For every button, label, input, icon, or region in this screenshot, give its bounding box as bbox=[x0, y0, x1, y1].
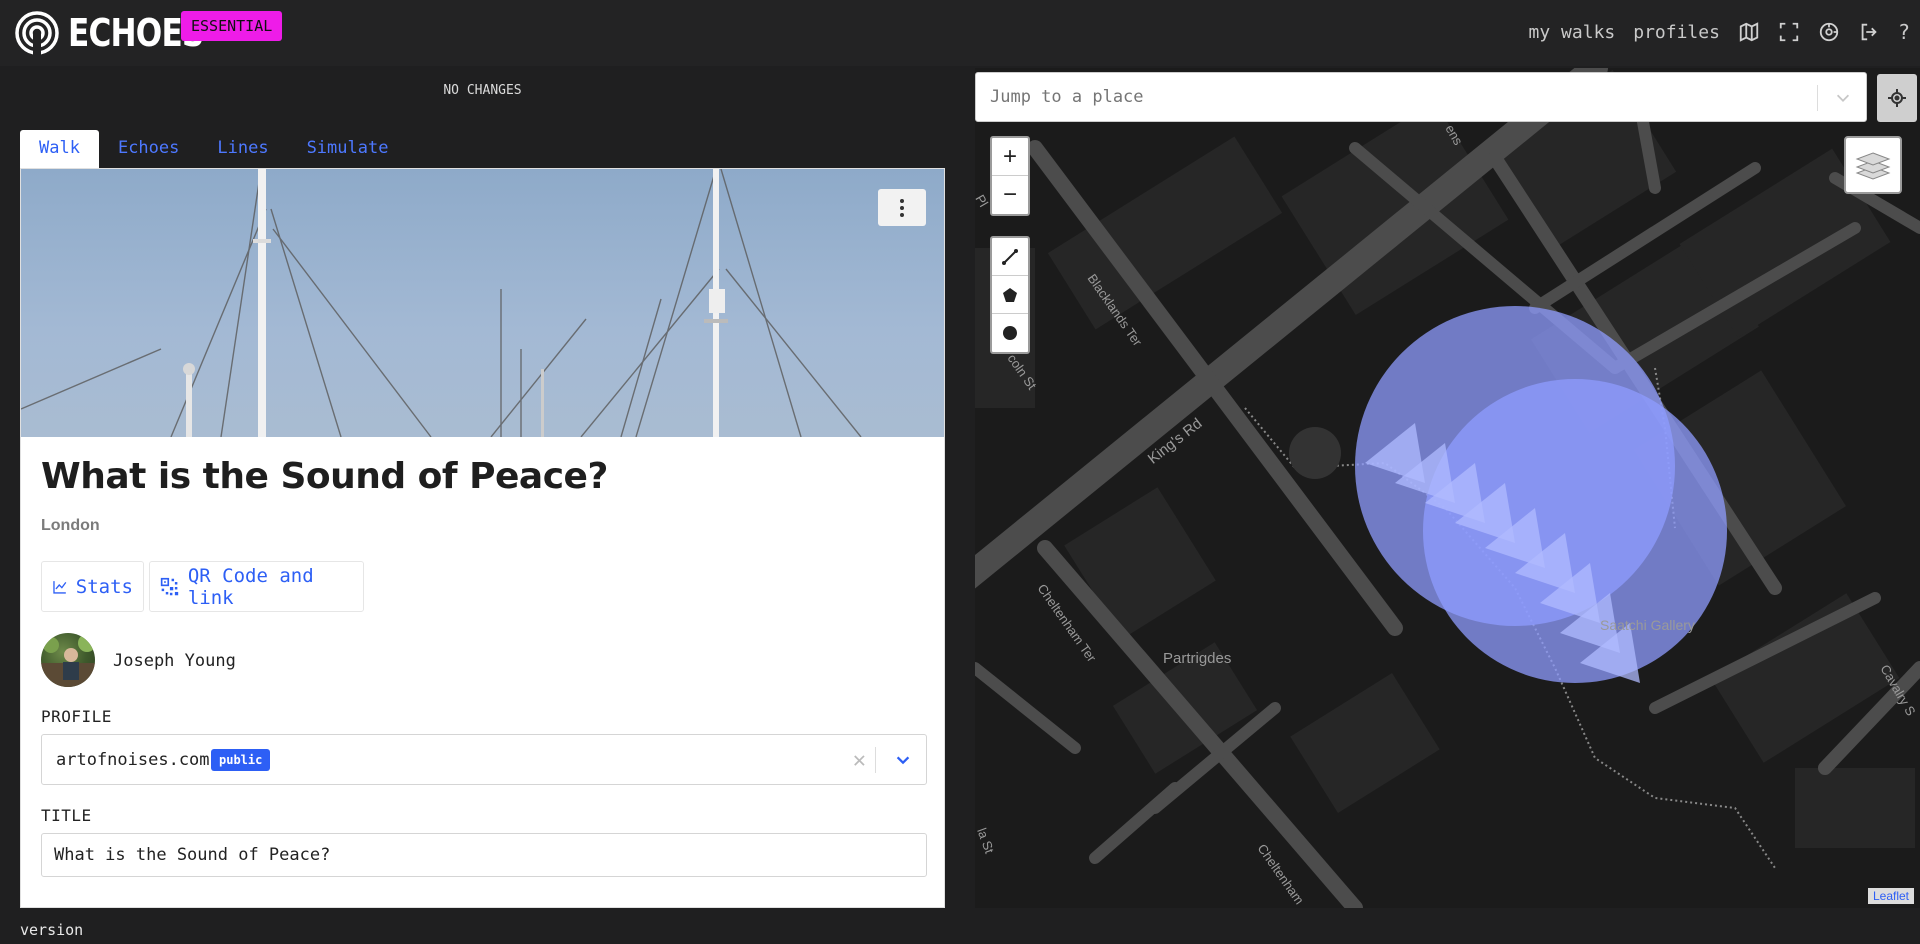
polygon-icon bbox=[1003, 287, 1017, 302]
qr-code-label: QR Code and link bbox=[187, 564, 314, 609]
draw-toolbar bbox=[990, 236, 1030, 354]
chevron-down-icon[interactable] bbox=[894, 751, 912, 769]
title-input[interactable] bbox=[41, 833, 927, 877]
save-status: NO CHANGES bbox=[443, 83, 522, 98]
visibility-badge: public bbox=[211, 749, 271, 771]
tab-walk[interactable]: Walk bbox=[20, 130, 99, 168]
plan-badge: ESSENTIAL bbox=[181, 11, 283, 41]
map-label-partridges: Partrigdes bbox=[1163, 650, 1231, 667]
draw-polygon-button[interactable] bbox=[992, 276, 1028, 314]
editor-tabs: Walk Echoes Lines Simulate bbox=[20, 130, 407, 168]
walk-city: London bbox=[41, 517, 100, 534]
map-icon[interactable] bbox=[1738, 21, 1760, 43]
divider bbox=[875, 747, 876, 773]
qr-code-icon bbox=[160, 577, 179, 595]
zoom-in-button[interactable]: + bbox=[992, 138, 1028, 176]
circle-icon bbox=[1003, 326, 1017, 340]
my-walks-link[interactable]: my walks bbox=[1529, 22, 1616, 43]
title-label: TITLE bbox=[41, 806, 92, 825]
profile-label: PROFILE bbox=[41, 707, 112, 726]
chevron-down-icon[interactable] bbox=[1834, 89, 1852, 107]
map-label-saatchi-gallery: Saatchi Gallery bbox=[1600, 617, 1695, 633]
place-search-input[interactable] bbox=[976, 73, 1806, 121]
stats-label: Stats bbox=[75, 575, 133, 598]
help-icon[interactable]: ? bbox=[1898, 20, 1910, 44]
tab-simulate[interactable]: Simulate bbox=[288, 130, 408, 168]
profile-select[interactable]: artofnoises.com public ✕ bbox=[41, 734, 927, 785]
walk-cover-image bbox=[21, 169, 944, 437]
version-label: version bbox=[20, 921, 84, 939]
map-label-pl: Pl bbox=[975, 192, 991, 210]
layers-icon bbox=[1855, 152, 1891, 180]
divider bbox=[1817, 85, 1818, 111]
clear-icon[interactable]: ✕ bbox=[853, 748, 866, 773]
polyline-icon bbox=[1002, 248, 1018, 265]
zoom-control: + − bbox=[990, 136, 1030, 216]
crosshair-icon bbox=[1888, 89, 1906, 107]
walk-card: What is the Sound of Peace? London Stats… bbox=[20, 168, 945, 908]
stats-button[interactable]: Stats bbox=[41, 561, 144, 612]
draw-circle-button[interactable] bbox=[992, 314, 1028, 352]
top-bar: ECHOES ESSENTIAL my walks profiles ? bbox=[0, 0, 1920, 66]
tab-lines[interactable]: Lines bbox=[198, 130, 287, 168]
map-label-bottom: la St bbox=[975, 826, 997, 856]
locate-button[interactable] bbox=[1877, 74, 1917, 122]
more-options-button[interactable] bbox=[878, 189, 926, 226]
layers-button[interactable] bbox=[1844, 136, 1902, 194]
chart-line-icon bbox=[53, 580, 67, 594]
tab-echoes[interactable]: Echoes bbox=[99, 130, 198, 168]
fullscreen-icon[interactable] bbox=[1778, 21, 1800, 43]
avatar[interactable] bbox=[41, 633, 95, 687]
draw-polyline-button[interactable] bbox=[992, 238, 1028, 276]
zoom-out-button[interactable]: − bbox=[992, 176, 1028, 214]
walk-editor-panel: NO CHANGES Walk Echoes Lines Simulate Wh… bbox=[0, 66, 960, 920]
leaflet-attribution-link[interactable]: Leaflet bbox=[1867, 888, 1914, 904]
map[interactable]: King's Rd Blacklands Ter Cheltenham Ter … bbox=[975, 68, 1920, 908]
qr-code-button[interactable]: QR Code and link bbox=[149, 561, 364, 612]
author-name[interactable]: Joseph Young bbox=[113, 651, 236, 671]
settings-icon[interactable] bbox=[1818, 21, 1840, 43]
profile-value: artofnoises.com bbox=[56, 750, 210, 770]
jump-to-place-select[interactable] bbox=[975, 72, 1867, 122]
walk-title: What is the Sound of Peace? bbox=[41, 456, 608, 497]
profiles-link[interactable]: profiles bbox=[1633, 22, 1720, 43]
echoes-logo-icon bbox=[15, 11, 59, 56]
logout-icon[interactable] bbox=[1858, 21, 1880, 43]
